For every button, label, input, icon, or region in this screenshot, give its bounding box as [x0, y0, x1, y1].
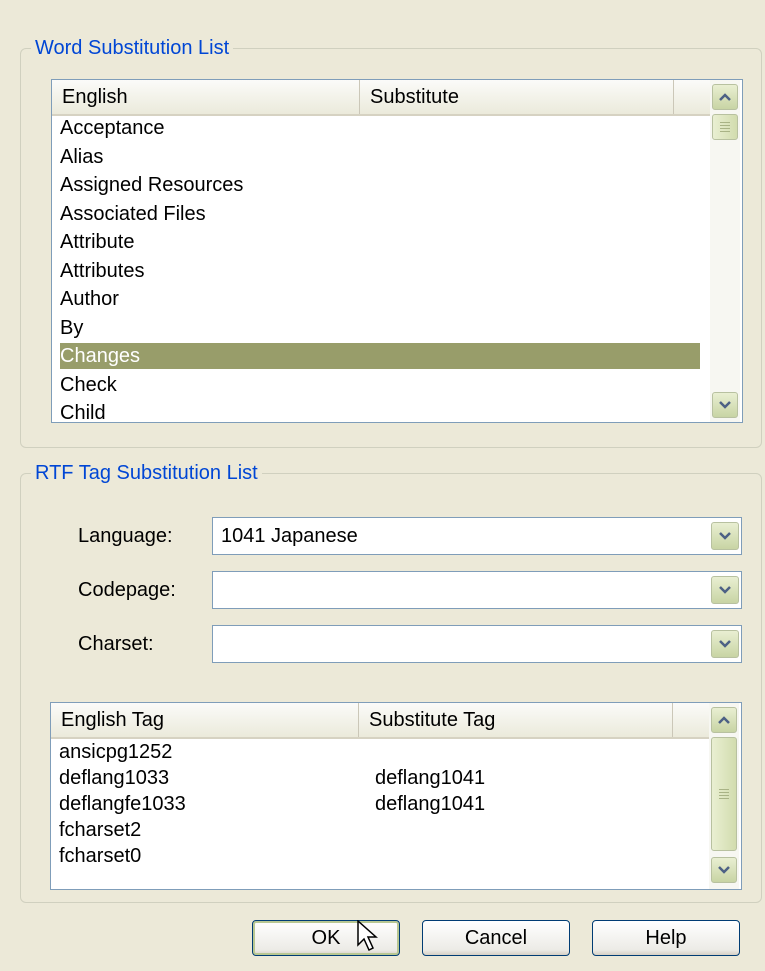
language-select[interactable]: 1041 Japanese [212, 517, 742, 555]
cell-english: deflangfe1033 [59, 793, 186, 815]
rtf-tag-substitution-title: RTF Tag Substitution List [31, 460, 262, 486]
list-item[interactable]: Attributes [60, 258, 700, 284]
list-item[interactable]: deflang1033 deflang1041 [59, 765, 699, 791]
chevron-down-icon [719, 640, 731, 648]
codepage-dropdown-button[interactable] [711, 576, 739, 604]
cell-english: By [60, 316, 84, 339]
rtf-tag-list[interactable]: English Tag Substitute Tag ansicpg1252 de… [50, 702, 742, 890]
list-item[interactable]: fcharset2 [59, 817, 699, 843]
chevron-down-icon [719, 401, 731, 409]
list-item[interactable]: Child [60, 400, 700, 423]
scroll-thumb[interactable] [712, 114, 738, 140]
chevron-down-icon [718, 866, 730, 874]
list-item[interactable]: fcharset0 [59, 843, 699, 869]
column-substitute-tag[interactable]: Substitute Tag [359, 703, 673, 737]
list-item[interactable]: By [60, 315, 700, 341]
cell-english: Assigned Resources [60, 174, 244, 196]
list-item[interactable]: Assigned Resources [60, 172, 700, 198]
list-item[interactable]: Author [60, 286, 700, 312]
cell-english: fcharset2 [59, 819, 142, 841]
cell-english: ansicpg1252 [59, 741, 173, 763]
scroll-down-button[interactable] [711, 857, 737, 883]
cell-english: fcharset0 [59, 845, 142, 867]
word-list-header: English Substitute [52, 80, 710, 116]
column-english[interactable]: English [52, 80, 360, 114]
word-substitution-list[interactable]: English Substitute Acceptance Alias Assign… [51, 79, 743, 423]
cell-english: Child [60, 402, 106, 423]
list-item[interactable]: Alias [60, 144, 700, 170]
cancel-button[interactable]: Cancel [422, 920, 570, 956]
codepage-select[interactable] [212, 571, 742, 609]
help-button[interactable]: Help [592, 920, 740, 956]
codepage-label: Codepage: [78, 579, 176, 601]
charset-label: Charset: [78, 633, 154, 655]
list-item[interactable]: ansicpg1252 [59, 739, 699, 765]
grip-icon [719, 789, 729, 799]
column-substitute[interactable]: Substitute [360, 80, 674, 114]
language-value: 1041 Japanese [221, 525, 358, 547]
word-list-scrollbar[interactable] [710, 80, 740, 422]
chevron-up-icon [718, 716, 730, 724]
cell-substitute: deflang1041 [375, 793, 486, 815]
scroll-up-button[interactable] [711, 707, 737, 733]
cell-english: Acceptance [60, 117, 165, 139]
mouse-pointer-icon [357, 920, 378, 952]
word-substitution-group: Word Substitution List English Substitut… [20, 35, 762, 448]
cell-english: Changes [60, 345, 141, 367]
word-substitution-title: Word Substitution List [31, 35, 234, 61]
list-item[interactable]: deflangfe1033 deflang1041 [59, 791, 699, 817]
cell-english: deflang1033 [59, 767, 170, 789]
grip-icon [720, 122, 730, 132]
cell-english: Attributes [60, 259, 145, 282]
list-item[interactable]: Acceptance [60, 115, 700, 141]
cell-english: Check [60, 373, 117, 396]
scroll-thumb[interactable] [711, 737, 737, 851]
list-item[interactable]: Changes [60, 343, 700, 369]
cell-english: Alias [60, 145, 104, 168]
list-item[interactable]: Check [60, 372, 700, 398]
language-dropdown-button[interactable] [711, 522, 739, 550]
chevron-up-icon [719, 93, 731, 101]
list-item[interactable]: Attribute [60, 229, 700, 255]
scroll-up-button[interactable] [712, 84, 738, 110]
cell-english: Author [60, 288, 119, 310]
list-item[interactable]: Associated Files [60, 201, 700, 227]
cell-substitute: deflang1041 [375, 767, 486, 789]
language-label: Language: [78, 525, 173, 547]
column-english-tag[interactable]: English Tag [51, 703, 359, 737]
chevron-down-icon [719, 586, 731, 594]
charset-select[interactable] [212, 625, 742, 663]
charset-dropdown-button[interactable] [711, 630, 739, 658]
scroll-down-button[interactable] [712, 392, 738, 418]
cell-english: Associated Files [60, 202, 206, 225]
chevron-down-icon [719, 532, 731, 540]
rtf-list-scrollbar[interactable] [709, 703, 739, 889]
rtf-list-header: English Tag Substitute Tag [51, 703, 709, 739]
cell-english: Attribute [60, 231, 135, 253]
